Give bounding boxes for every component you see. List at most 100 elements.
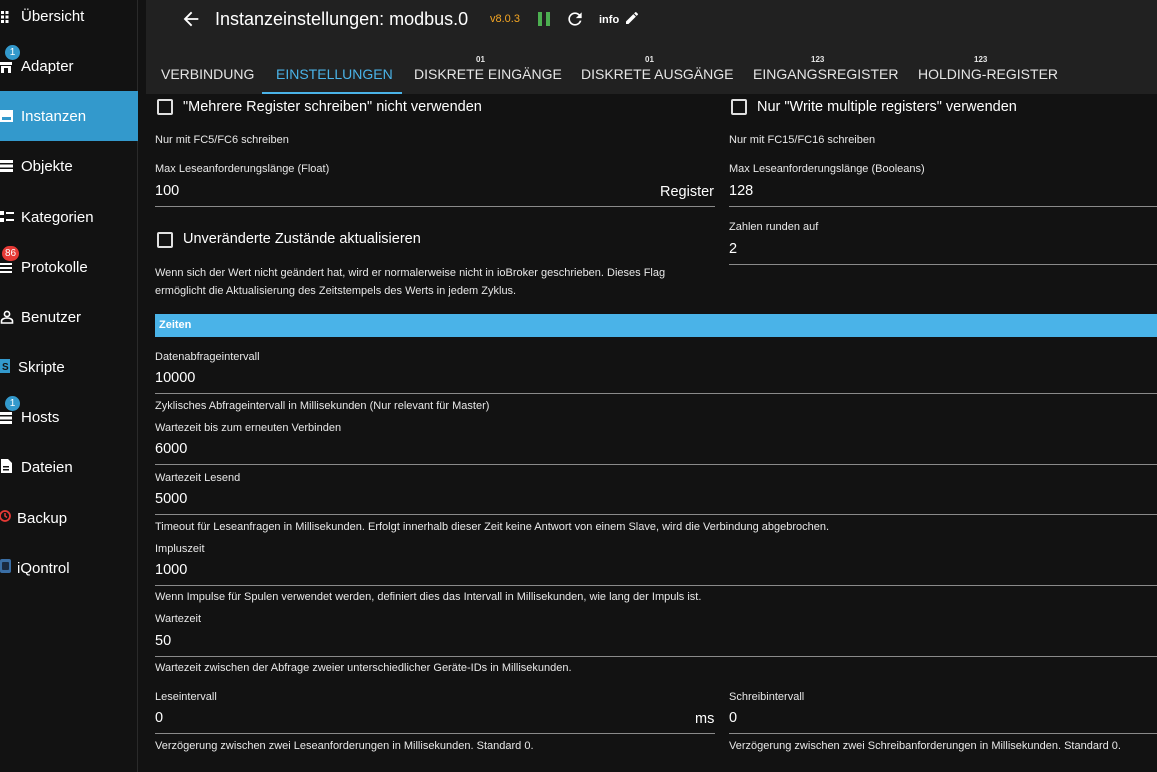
read-timeout-help: Timeout für Leseanfragen in Millisekunde… xyxy=(155,521,830,533)
page-title: Instanzeinstellungen: modbus.0 xyxy=(215,9,469,29)
sidebar-item-label: Objekte xyxy=(21,158,73,175)
tab-label: EINGANGSREGISTER xyxy=(753,66,899,82)
pause-icon[interactable] xyxy=(537,11,551,27)
read-interval-help: Verzögerung zwischen zwei Leseanforderun… xyxy=(155,740,534,752)
round-input[interactable] xyxy=(729,241,1149,257)
sidebar-item-hosts[interactable]: 1 Hosts xyxy=(0,392,138,442)
reconnect-input[interactable] xyxy=(155,441,1145,457)
no-multi-write-checkbox[interactable] xyxy=(157,99,173,115)
write-interval-input[interactable] xyxy=(729,710,1149,726)
edit-pencil-icon[interactable] xyxy=(624,10,640,26)
round-underline xyxy=(729,264,1157,265)
only-multi-write-label: Nur "Write multiple registers" verwenden xyxy=(757,99,1017,115)
tab-einstellungen[interactable]: EINSTELLUNGEN xyxy=(262,44,402,94)
sidebar-item-uebersicht[interactable]: Übersicht xyxy=(0,0,138,41)
tab-type-label: 01 xyxy=(476,55,485,64)
tab-holding-register[interactable]: 123 HOLDING-REGISTER xyxy=(918,44,1058,94)
write-interval-help: Verzögerung zwischen zwei Schreibanforde… xyxy=(729,740,1121,752)
sidebar: Übersicht 1 Adapter Instanzen Objekte Ka… xyxy=(0,0,138,772)
wait-help: Wartezeit zwischen der Abfrage zweier un… xyxy=(155,662,572,674)
sidebar-item-benutzer[interactable]: Benutzer xyxy=(0,292,138,342)
read-interval-input[interactable] xyxy=(155,710,655,726)
round-label: Zahlen runden auf xyxy=(729,221,819,233)
tab-eingangsregister[interactable]: 123 EINGANGSREGISTER xyxy=(753,44,899,94)
iqontrol-icon xyxy=(0,559,11,573)
only-multi-write-checkbox[interactable] xyxy=(731,99,747,115)
settings-panel: "Mehrere Register schreiben" nicht verwe… xyxy=(146,94,1157,772)
store-icon xyxy=(0,62,12,73)
poll-interval-help: Zyklisches Abfrageintervall in Milliseku… xyxy=(155,400,490,412)
sidebar-item-label: Backup xyxy=(17,510,68,527)
max-read-bool-input[interactable] xyxy=(729,183,1149,199)
sidebar-item-label: Dateien xyxy=(21,459,73,476)
tab-type-label: 123 xyxy=(974,55,988,64)
write-interval-underline xyxy=(729,733,1157,734)
reconnect-label: Wartezeit bis zum erneuten Verbinden xyxy=(155,422,342,434)
section-title: Zeiten xyxy=(159,319,192,331)
poll-interval-label: Datenabfrageintervall xyxy=(155,351,260,363)
version-label: v8.0.3 xyxy=(490,13,520,25)
hosts-badge: 1 xyxy=(5,396,20,411)
sidebar-item-iqontrol[interactable]: iQontrol xyxy=(0,543,138,593)
instances-icon xyxy=(0,110,13,122)
tab-verbindung[interactable]: VERBINDUNG xyxy=(161,44,255,94)
tab-label: EINSTELLUNGEN xyxy=(276,66,393,82)
no-multi-write-help: Nur mit FC5/FC6 schreiben xyxy=(155,134,289,146)
sidebar-item-label: Hosts xyxy=(21,409,60,426)
read-interval-unit: ms xyxy=(695,711,715,727)
tab-diskrete-eingaenge[interactable]: 01 DISKRETE EINGÄNGE xyxy=(414,44,562,94)
update-unchanged-label: Unveränderte Zustände aktualisieren xyxy=(183,231,421,247)
sidebar-item-label: Instanzen xyxy=(21,108,87,125)
refresh-icon[interactable] xyxy=(565,9,585,29)
sidebar-item-label: Adapter xyxy=(21,58,74,75)
tab-diskrete-ausgaenge[interactable]: 01 DISKRETE AUSGÄNGE xyxy=(581,44,733,94)
sidebar-item-adapter[interactable]: 1 Adapter xyxy=(0,41,138,91)
read-timeout-underline xyxy=(155,514,1157,515)
categories-icon xyxy=(0,211,14,222)
poll-interval-input[interactable] xyxy=(155,370,1145,386)
tab-label: VERBINDUNG xyxy=(161,66,255,82)
max-read-float-unit: Register xyxy=(660,184,714,200)
tab-label: DISKRETE EINGÄNGE xyxy=(414,66,562,82)
tab-label: DISKRETE AUSGÄNGE xyxy=(581,66,734,82)
svg-text:S: S xyxy=(2,362,9,373)
sidebar-item-objekte[interactable]: Objekte xyxy=(0,141,138,191)
max-read-bool-underline xyxy=(729,206,1157,207)
back-arrow-icon[interactable] xyxy=(180,8,202,30)
update-unchanged-checkbox[interactable] xyxy=(157,232,173,248)
pulse-underline xyxy=(155,585,1157,586)
info-label: info xyxy=(599,14,620,26)
sidebar-item-instanzen[interactable]: Instanzen xyxy=(0,91,138,141)
hosts-icon xyxy=(0,412,12,424)
sidebar-item-backup[interactable]: Backup xyxy=(0,493,138,543)
script-icon: S xyxy=(0,359,10,373)
sidebar-item-protokolle[interactable]: 86 Protokolle xyxy=(0,242,138,292)
read-interval-underline xyxy=(155,733,715,734)
pulse-help: Wenn Impulse für Spulen verwendet werden… xyxy=(155,591,702,603)
grid-icon xyxy=(1,11,9,23)
tab-type-label: 123 xyxy=(811,55,825,64)
list-icon xyxy=(0,160,13,172)
wait-underline xyxy=(155,656,1157,657)
max-read-float-input[interactable] xyxy=(155,183,635,199)
sidebar-item-kategorien[interactable]: Kategorien xyxy=(0,192,138,242)
section-header-zeiten: Zeiten xyxy=(155,314,1157,337)
file-icon xyxy=(1,459,12,473)
max-read-bool-label: Max Leseanforderungslänge (Booleans) xyxy=(729,163,925,175)
sidebar-item-label: Skripte xyxy=(18,359,65,376)
update-unchanged-help: Wenn sich der Wert nicht geändert hat, w… xyxy=(155,267,666,297)
protokolle-badge: 86 xyxy=(2,246,20,261)
sidebar-item-label: Protokolle xyxy=(21,259,88,276)
read-interval-label: Leseintervall xyxy=(155,691,217,703)
sidebar-item-dateien[interactable]: Dateien xyxy=(0,442,138,492)
read-timeout-label: Wartezeit Lesend xyxy=(155,472,241,484)
sidebar-item-label: Benutzer xyxy=(21,309,82,326)
no-multi-write-label: "Mehrere Register schreiben" nicht verwe… xyxy=(183,99,482,115)
read-timeout-input[interactable] xyxy=(155,491,1145,507)
wait-label: Wartezeit xyxy=(155,613,202,625)
sidebar-item-label: Kategorien xyxy=(21,209,94,226)
pulse-input[interactable] xyxy=(155,562,1145,578)
sidebar-item-skripte[interactable]: S Skripte xyxy=(0,342,138,392)
wait-input[interactable] xyxy=(155,633,1145,649)
backup-icon xyxy=(0,510,11,522)
